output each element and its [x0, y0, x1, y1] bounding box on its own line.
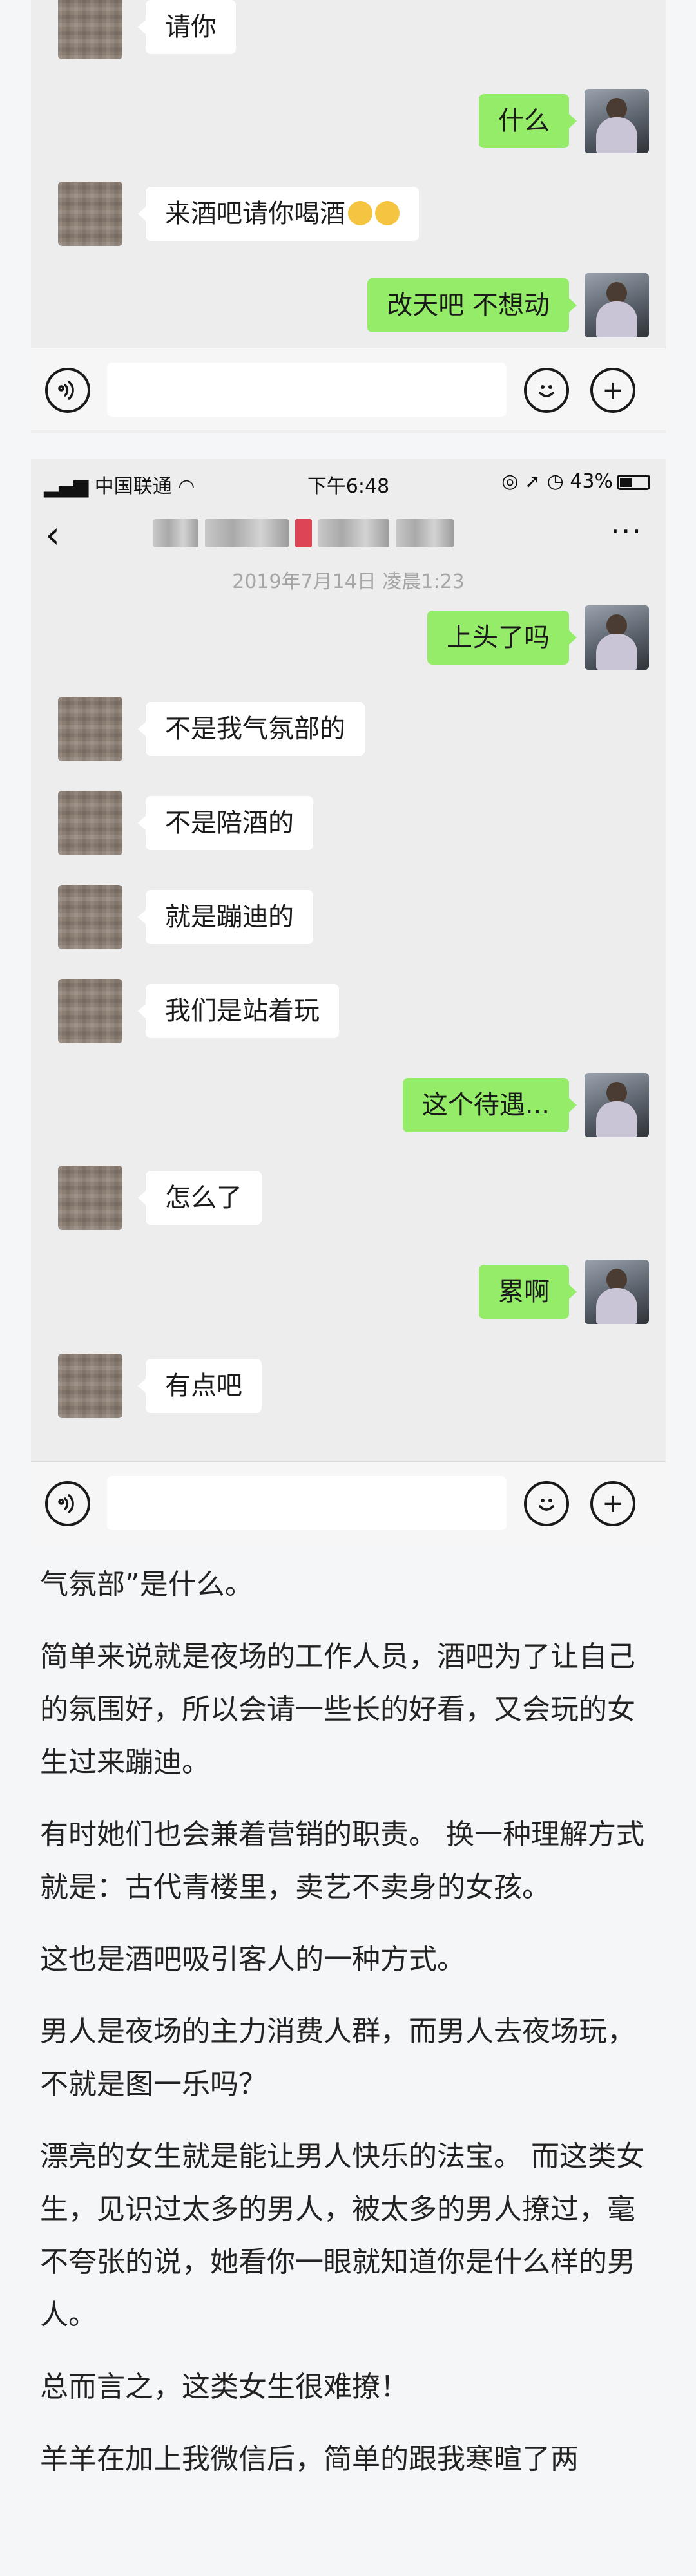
chat-input-bar: +: [31, 348, 666, 430]
message-bubble[interactable]: 上头了吗: [427, 611, 577, 665]
my-avatar[interactable]: [585, 89, 649, 153]
friend-avatar[interactable]: [58, 791, 122, 855]
plus-icon[interactable]: +: [590, 1481, 635, 1526]
message-bubble[interactable]: 不是陪酒的: [138, 796, 313, 850]
my-avatar[interactable]: [585, 605, 649, 670]
more-icon[interactable]: ···: [610, 514, 643, 549]
friend-avatar[interactable]: [58, 697, 122, 761]
message-bubble[interactable]: 改天吧 不想动: [367, 278, 577, 332]
back-icon[interactable]: ‹: [45, 513, 60, 556]
message-bubble[interactable]: 怎么了: [138, 1171, 262, 1225]
article-paragraph: 总而言之，这类女生很难撩！: [40, 2371, 409, 2403]
message-row: 累啊: [31, 1260, 666, 1331]
message-row: 这个待遇...: [31, 1073, 666, 1144]
article-paragraph: 气氛部”是什么。: [40, 1568, 253, 1601]
friend-avatar[interactable]: [58, 182, 122, 246]
message-row: 请你: [31, 0, 666, 66]
article-paragraph: 男人是夜场的主力消费人群，而男人去夜场玩，不就是图一乐吗？: [40, 2015, 635, 2101]
emoji-icon[interactable]: [524, 1481, 569, 1526]
contact-name-blurred: [153, 519, 514, 549]
message-bubble[interactable]: 有点吧: [138, 1359, 262, 1413]
my-avatar[interactable]: [585, 1260, 649, 1324]
chat-screenshot-1: 请你 什么 来酒吧请你喝酒 改天吧 不想动 +: [31, 0, 666, 433]
message-bubble[interactable]: 来酒吧请你喝酒: [138, 187, 419, 241]
message-row: 什么: [31, 89, 666, 160]
friend-avatar[interactable]: [58, 0, 122, 59]
message-row: 有点吧: [31, 1354, 666, 1425]
emoji-icon[interactable]: [524, 368, 569, 413]
message-bubble[interactable]: 我们是站着玩: [138, 984, 339, 1038]
message-bubble[interactable]: 这个待遇...: [402, 1078, 577, 1132]
message-input[interactable]: [107, 363, 507, 417]
status-right: ◎ ➚ ◷ 43%: [501, 470, 650, 493]
message-bubble[interactable]: 请你: [138, 0, 236, 54]
message-row: 不是陪酒的: [31, 791, 666, 862]
message-row: 来酒吧请你喝酒: [31, 182, 666, 252]
article-paragraph: 这也是酒吧吸引客人的一种方式。: [40, 1943, 465, 1976]
message-bubble[interactable]: 什么: [479, 94, 577, 148]
my-avatar[interactable]: [585, 273, 649, 337]
article-paragraph: 简单来说就是夜场的工作人员，酒吧为了让自己的氛围好，所以会请一些长的好看，又会玩…: [40, 1640, 635, 1779]
voice-icon[interactable]: [45, 1481, 90, 1526]
chat-input-bar: +: [31, 1461, 666, 1544]
message-row: 改天吧 不想动: [31, 273, 666, 344]
battery-percent: 43%: [570, 470, 613, 493]
message-bubble[interactable]: 就是蹦迪的: [138, 890, 313, 944]
article-paragraph: 羊羊在加上我微信后，简单的跟我寒暄了两: [40, 2443, 579, 2476]
message-text: 来酒吧请你喝酒: [165, 199, 345, 229]
message-input[interactable]: [107, 1476, 507, 1530]
plus-icon[interactable]: +: [590, 368, 635, 413]
message-row: 我们是站着玩: [31, 979, 666, 1050]
article-paragraph: 漂亮的女生就是能让男人快乐的法宝。 而这类女生，见识过太多的男人，被太多的男人撩…: [40, 2140, 644, 2331]
message-bubble[interactable]: 不是我气氛部的: [138, 702, 365, 756]
article-paragraph: 有时她们也会兼着营销的职责。 换一种理解方式就是：古代青楼里，卖艺不卖身的女孩。: [40, 1818, 644, 1904]
chat-screenshot-2: ▂▄▆ 中国联通 ◠ 下午6:48 ◎ ➚ ◷ 43% ‹ ··· 2019年7…: [31, 459, 666, 1544]
message-row: 不是我气氛部的: [31, 697, 666, 768]
location-icon: ◎ ➚ ◷: [501, 470, 570, 493]
page: 请你 什么 来酒吧请你喝酒 改天吧 不想动 + ▂▄▆ 中国联通 ◠ 下午6:4…: [0, 0, 696, 2576]
battery-icon: [617, 474, 650, 490]
friend-avatar[interactable]: [58, 885, 122, 949]
message-row: 就是蹦迪的: [31, 885, 666, 956]
my-avatar[interactable]: [585, 1073, 649, 1137]
message-row: 怎么了: [31, 1166, 666, 1236]
friend-avatar[interactable]: [58, 1166, 122, 1230]
article-body: 气氛部”是什么。 简单来说就是夜场的工作人员，酒吧为了让自己的氛围好，所以会请一…: [40, 1558, 656, 2505]
message-bubble[interactable]: 累啊: [479, 1265, 577, 1319]
friend-avatar[interactable]: [58, 1354, 122, 1418]
voice-icon[interactable]: [45, 368, 90, 413]
status-bar: ▂▄▆ 中国联通 ◠ 下午6:48 ◎ ➚ ◷ 43%: [31, 459, 666, 502]
chat-timestamp: 2019年7月14日 凌晨1:23: [232, 571, 465, 593]
laughing-emoji-icon: [348, 201, 372, 225]
friend-avatar[interactable]: [58, 979, 122, 1043]
message-row: 上头了吗: [31, 605, 666, 676]
nav-bar: ‹ ···: [31, 502, 666, 564]
laughing-emoji-icon: [375, 201, 400, 225]
